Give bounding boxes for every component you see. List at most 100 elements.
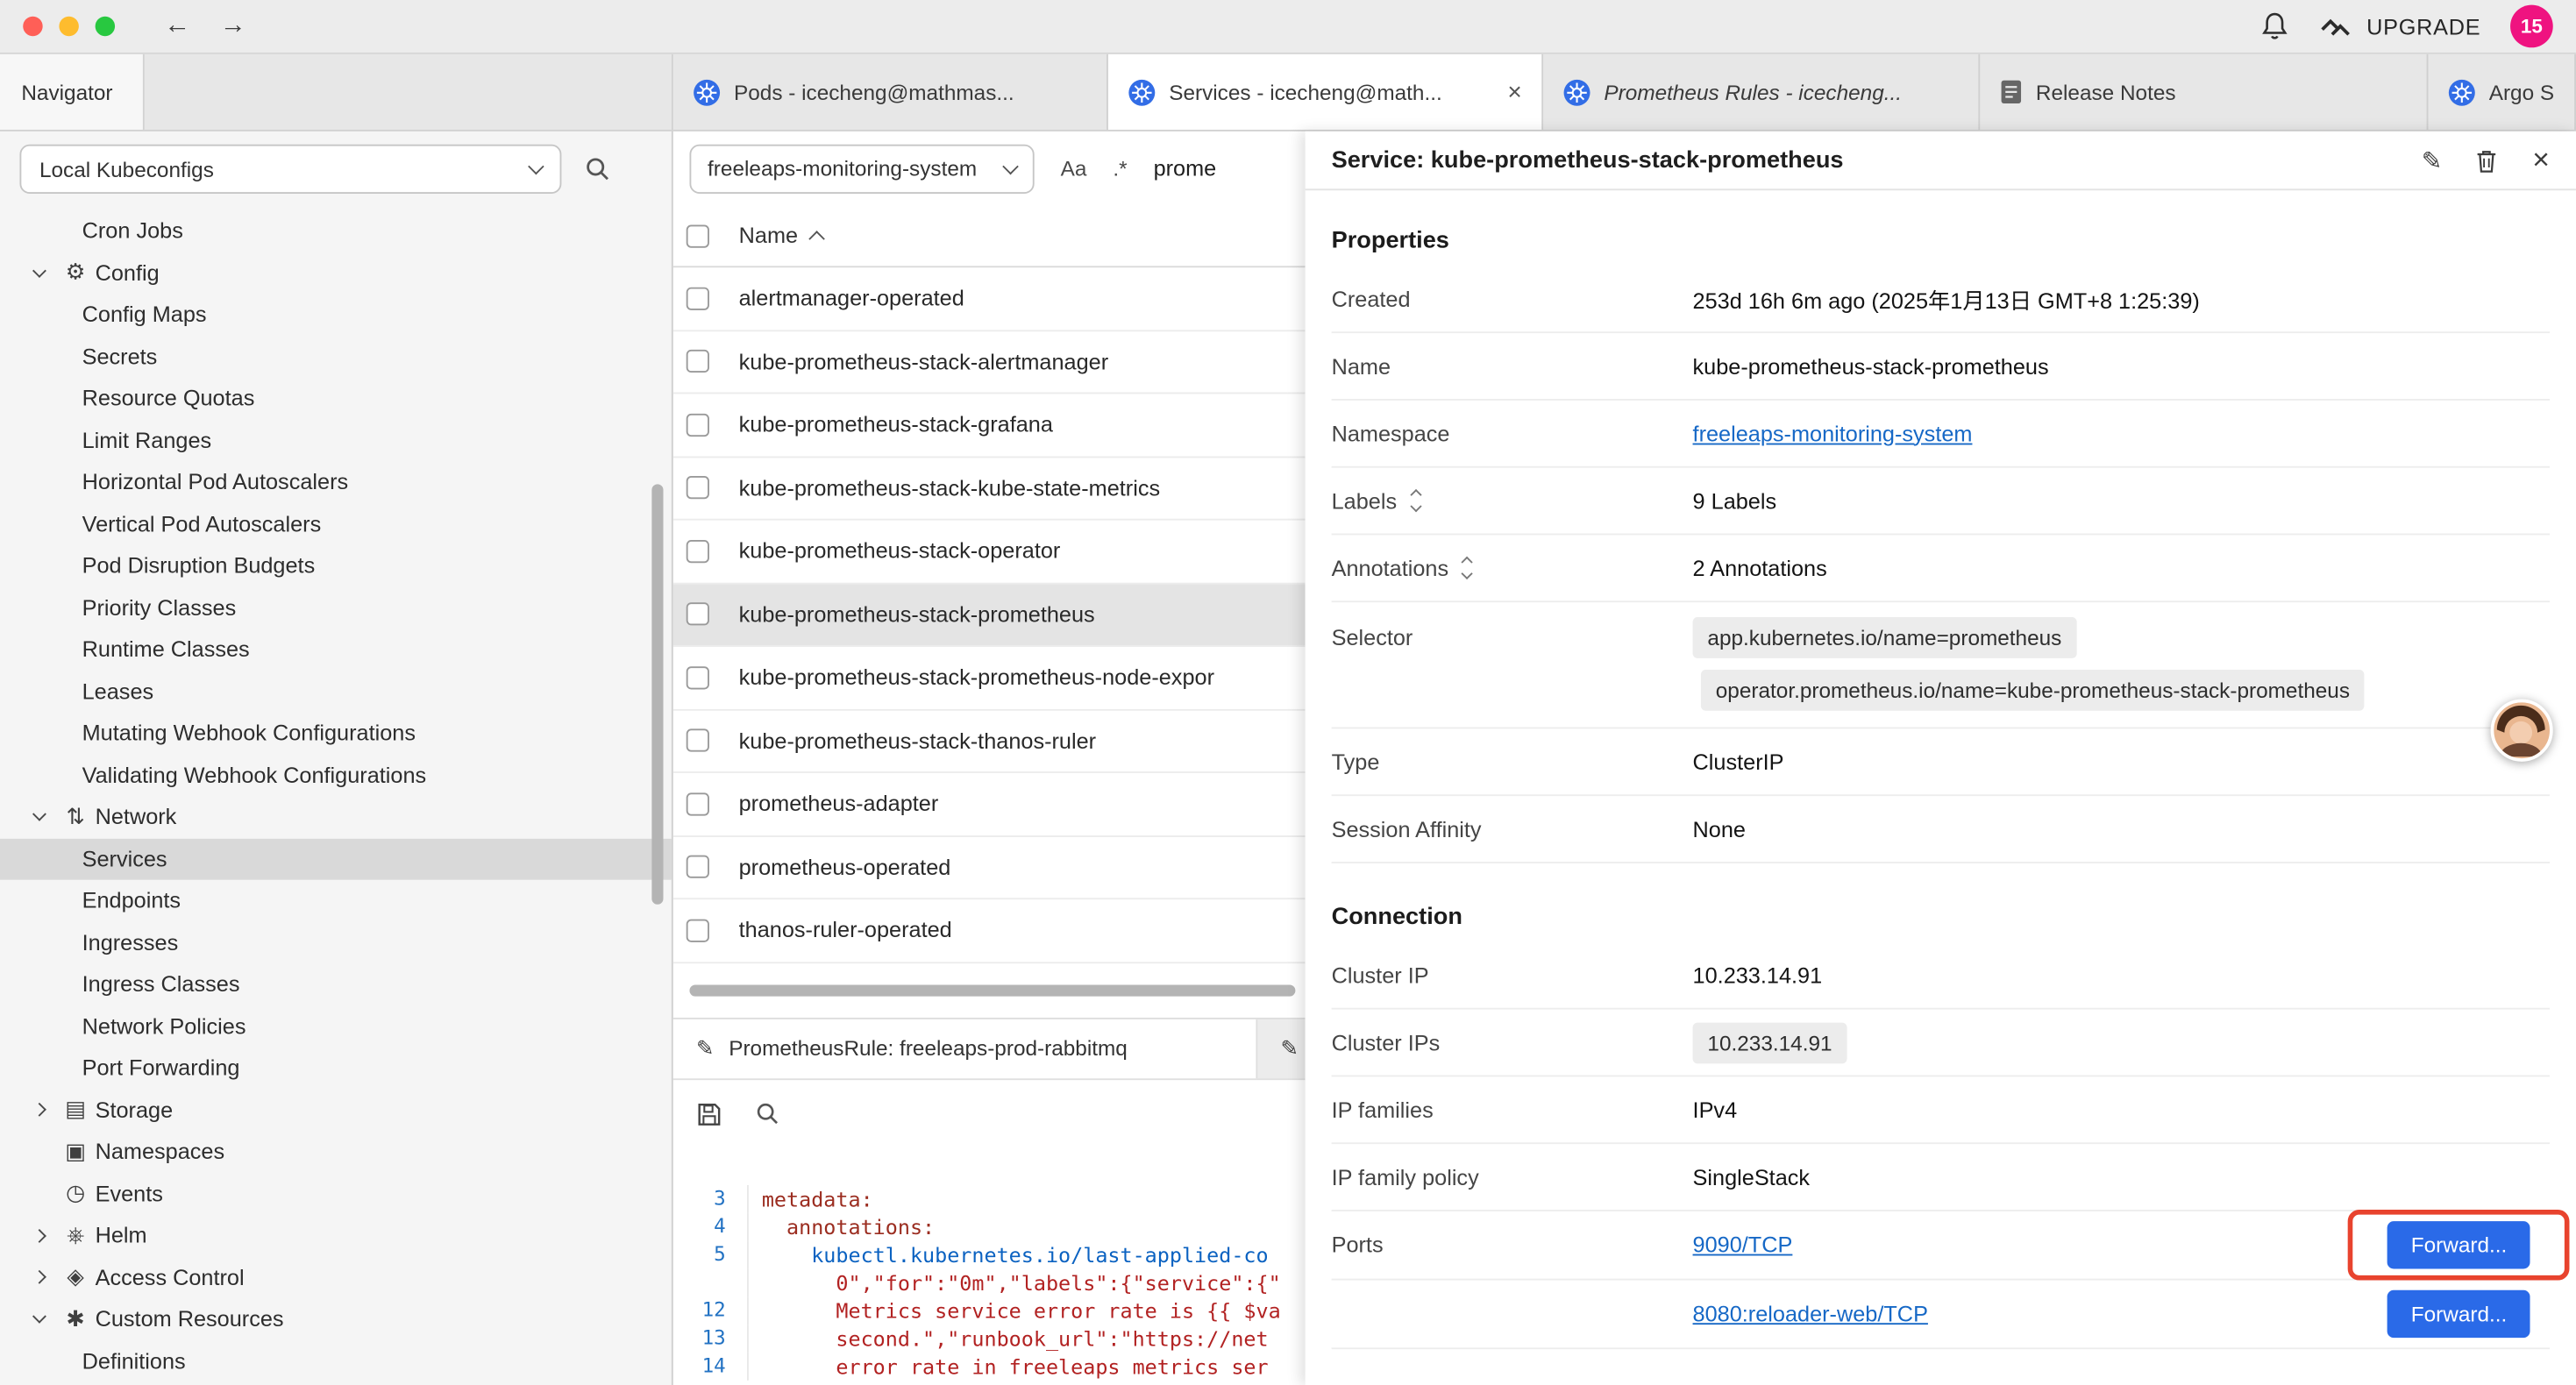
sidebar-item-custom-resources[interactable]: ✱ Custom Resources — [0, 1298, 672, 1340]
namespace-select[interactable]: freeleaps-monitoring-system — [689, 144, 1034, 193]
match-case-toggle[interactable]: Aa — [1061, 156, 1087, 181]
sidebar-item-access-control[interactable]: ◈ Access Control — [0, 1256, 672, 1298]
search-icon[interactable] — [585, 156, 611, 182]
regex-toggle[interactable]: .* — [1113, 156, 1127, 181]
edit-icon[interactable]: ✎ — [2422, 146, 2443, 175]
sidebar-item-vertical-pod-autoscalers[interactable]: Vertical Pod Autoscalers — [0, 503, 672, 545]
sidebar-item-leases[interactable]: Leases — [0, 671, 672, 713]
table-row[interactable]: prometheus-operated — [673, 836, 1306, 899]
upgrade-icon — [2319, 15, 2353, 38]
sidebar-item-config[interactable]: ⚙ Config — [0, 252, 672, 294]
sidebar-item-endpoints[interactable]: Endpoints — [0, 880, 672, 922]
tab-services[interactable]: Services - icecheng@math... × — [1108, 54, 1543, 130]
minimize-window-button[interactable] — [59, 17, 78, 36]
upgrade-button[interactable]: UPGRADE — [2319, 14, 2481, 39]
sidebar-item-horizontal-pod-autoscalers[interactable]: Horizontal Pod Autoscalers — [0, 461, 672, 503]
table-row[interactable]: thanos-ruler-operated — [673, 899, 1306, 962]
unfold-icon[interactable] — [1463, 558, 1471, 578]
gear-icon: ⚙ — [56, 259, 96, 286]
delete-icon[interactable] — [2475, 147, 2500, 174]
dock-tab-next[interactable]: ✎ — [1257, 1019, 1305, 1077]
sidebar-item-storage[interactable]: ▤ Storage — [0, 1089, 672, 1131]
close-icon[interactable]: × — [2532, 143, 2550, 177]
sidebar-item-runtime-classes[interactable]: Runtime Classes — [0, 629, 672, 671]
row-checkbox[interactable] — [687, 729, 709, 752]
line-number: 5 — [673, 1240, 749, 1268]
chevron-right-icon — [23, 1105, 55, 1115]
sidebar-item-priority-classes[interactable]: Priority Classes — [0, 586, 672, 629]
port-link[interactable]: 8080:reloader-web/TCP — [1693, 1302, 1928, 1326]
row-checkbox[interactable] — [687, 666, 709, 689]
table-row[interactable]: kube-prometheus-stack-grafana — [673, 394, 1306, 457]
sidebar-item-limit-ranges[interactable]: Limit Ranges — [0, 419, 672, 461]
sidebar-item-helm[interactable]: ⎈ Helm — [0, 1215, 672, 1257]
table-row[interactable]: kube-prometheus-stack-operator — [673, 521, 1306, 584]
sidebar-item-ingress-classes[interactable]: Ingress Classes — [0, 963, 672, 1005]
unfold-icon[interactable] — [1412, 491, 1420, 510]
sidebar-item-definitions[interactable]: Definitions — [0, 1340, 672, 1382]
select-all-checkbox[interactable] — [687, 224, 709, 247]
table-row[interactable]: kube-prometheus-stack-thanos-ruler — [673, 710, 1306, 773]
sidebar-item-events[interactable]: ◷ Events — [0, 1173, 672, 1215]
table-row[interactable]: alertmanager-operated — [673, 267, 1306, 330]
row-checkbox[interactable] — [687, 792, 709, 815]
row-checkbox[interactable] — [687, 919, 709, 941]
port-link[interactable]: 9090/TCP — [1693, 1232, 1793, 1257]
navigator-scrollbar[interactable] — [651, 484, 663, 904]
back-button[interactable]: ← — [158, 11, 197, 41]
sidebar-item-namespaces[interactable]: ▣ Namespaces — [0, 1131, 672, 1173]
search-input[interactable]: prome — [1154, 156, 1217, 181]
forward-button[interactable]: Forward... — [2388, 1290, 2530, 1338]
sidebar-item-network[interactable]: ⇅ Network — [0, 796, 672, 838]
connection-row-ip-families: IP families IPv4 — [1332, 1076, 2550, 1144]
kubernetes-icon — [1128, 78, 1156, 106]
column-header-name[interactable]: Name — [739, 224, 823, 248]
table-row[interactable]: prometheus-adapter — [673, 773, 1306, 836]
namespace-link[interactable]: freeleaps-monitoring-system — [1693, 421, 1973, 445]
sidebar-item-cron-jobs[interactable]: Cron Jobs — [0, 210, 672, 252]
sidebar-item-resource-quotas[interactable]: Resource Quotas — [0, 378, 672, 420]
yaml-editor[interactable]: 3metadata: 4 annotations: 5 kubectl.kube… — [673, 1148, 1306, 1385]
row-checkbox[interactable] — [687, 540, 709, 563]
search-icon[interactable] — [755, 1101, 779, 1126]
notifications-bell-icon[interactable] — [2261, 11, 2289, 41]
sidebar-item-config-maps[interactable]: Config Maps — [0, 294, 672, 336]
table-row-selected[interactable]: kube-prometheus-stack-prometheus — [673, 584, 1306, 647]
row-checkbox[interactable] — [687, 413, 709, 436]
tab-navigator[interactable]: Navigator — [0, 54, 145, 130]
row-checkbox[interactable] — [687, 476, 709, 499]
tab-pods[interactable]: Pods - icecheng@mathmas... — [673, 54, 1108, 130]
tab-prometheus-rules[interactable]: Prometheus Rules - icecheng... — [1543, 54, 1980, 130]
sidebar-item-services[interactable]: Services — [0, 838, 672, 880]
sidebar-item-network-policies[interactable]: Network Policies — [0, 1005, 672, 1048]
sidebar-item-validating-webhook-configurations[interactable]: Validating Webhook Configurations — [0, 754, 672, 796]
notification-count-badge[interactable]: 15 — [2510, 5, 2553, 48]
save-icon[interactable] — [696, 1101, 722, 1127]
horizontal-scrollbar[interactable] — [689, 984, 1295, 996]
sidebar-item-pod-disruption-budgets[interactable]: Pod Disruption Budgets — [0, 545, 672, 587]
row-checkbox[interactable] — [687, 350, 709, 373]
forward-button[interactable]: → — [213, 11, 253, 41]
row-checkbox[interactable] — [687, 603, 709, 626]
table-row[interactable]: kube-prometheus-stack-kube-state-metrics — [673, 457, 1306, 520]
helm-icon: ⎈ — [56, 1223, 96, 1249]
row-checkbox[interactable] — [687, 856, 709, 878]
sidebar-item-port-forwarding[interactable]: Port Forwarding — [0, 1048, 672, 1090]
row-checkbox[interactable] — [687, 287, 709, 309]
kubeconfig-select[interactable]: Local Kubeconfigs — [19, 145, 561, 194]
tab-release-notes[interactable]: Release Notes — [1980, 54, 2428, 130]
zoom-window-button[interactable] — [96, 17, 115, 36]
close-tab-icon[interactable]: × — [1507, 78, 1521, 106]
sidebar-item-mutating-webhook-configurations[interactable]: Mutating Webhook Configurations — [0, 713, 672, 755]
forward-button[interactable]: Forward... — [2388, 1221, 2530, 1268]
services-list-panel: freeleaps-monitoring-system Aa .* prome … — [673, 131, 1306, 1385]
code-line: metadata: — [749, 1184, 873, 1212]
tab-argo[interactable]: Argo S — [2428, 54, 2576, 130]
avatar[interactable] — [2491, 700, 2553, 762]
sidebar-item-secrets[interactable]: Secrets — [0, 336, 672, 378]
table-row[interactable]: kube-prometheus-stack-prometheus-node-ex… — [673, 647, 1306, 710]
sidebar-item-ingresses[interactable]: Ingresses — [0, 921, 672, 963]
dock-tab-prometheusrule[interactable]: ✎ PrometheusRule: freeleaps-prod-rabbitm… — [673, 1019, 1258, 1077]
table-row[interactable]: kube-prometheus-stack-alertmanager — [673, 330, 1306, 394]
close-window-button[interactable] — [23, 17, 42, 36]
